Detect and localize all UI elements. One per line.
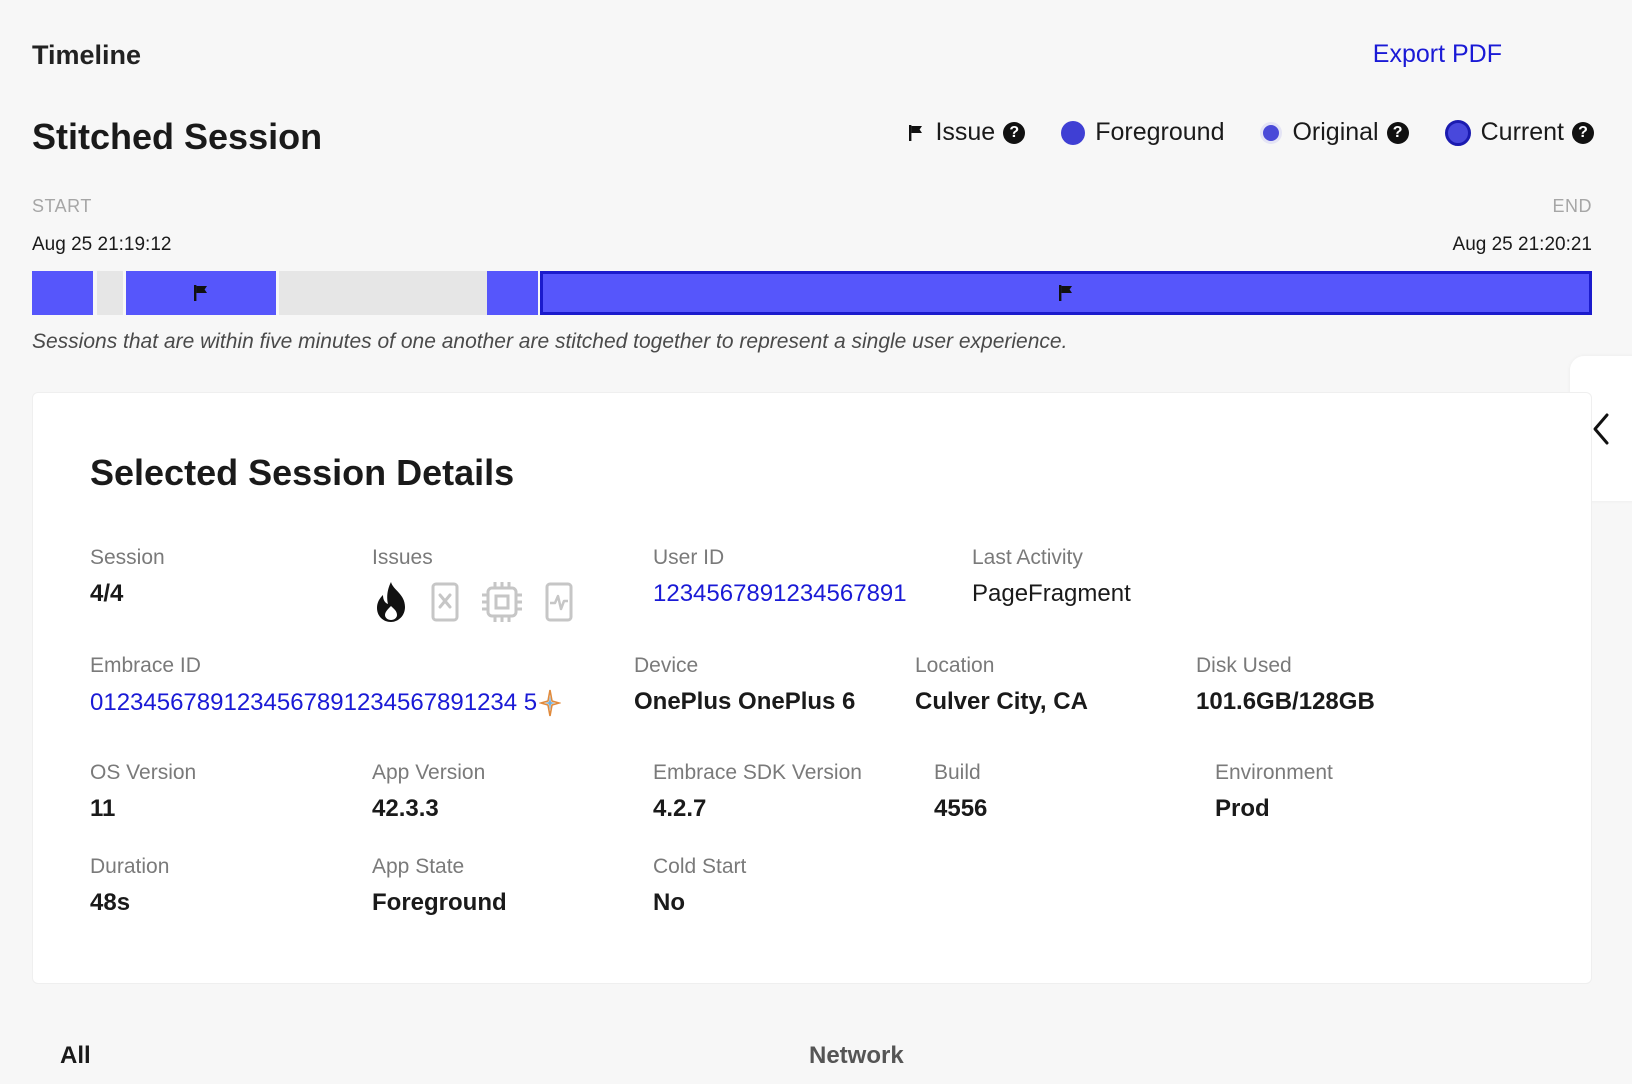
crash-flame-icon[interactable] [372,580,410,624]
flag-icon [1059,285,1072,301]
network-pulse-icon[interactable] [544,581,574,623]
field-label: Issues [372,546,433,569]
embrace-id-value: 01234567891234567891234567891234 5 [90,689,538,716]
field-disk-used: Disk Used 101.6GB/128GB [1196,654,1375,716]
field-os-version: OS Version 11 [90,761,196,823]
timeline-legend: Issue ? Foreground Original ? Current ? [907,118,1594,147]
field-value: OnePlus OnePlus 6 [634,688,856,715]
field-user-id: User ID 1234567891234567891 [653,546,907,608]
field-value: 11 [90,795,116,822]
flag-icon [194,285,207,301]
field-issues: Issues [372,546,574,624]
field-embrace-id: Embrace ID 01234567891234567891234567891… [90,654,562,718]
timeline-start-time: Aug 25 21:19:12 [32,234,172,255]
legend-original: Original ? [1260,118,1409,147]
details-title: Selected Session Details [90,452,515,493]
stitch-note: Sessions that are within five minutes of… [32,330,1068,353]
current-dot-icon [1444,119,1471,146]
legend-current-label: Current [1480,118,1564,146]
field-environment: Environment Prod [1215,761,1333,823]
field-location: Location Culver City, CA [915,654,1088,716]
legend-issue: Issue ? [907,118,1026,147]
field-label: Build [934,761,981,784]
field-device: Device OnePlus OnePlus 6 [634,654,855,716]
field-value: 48s [90,889,131,916]
tab-all[interactable]: All [60,1042,91,1070]
export-pdf-link[interactable]: Export PDF [1373,40,1502,69]
timeline-bar [32,271,1592,315]
legend-issue-label: Issue [935,118,996,146]
sparkle-icon [539,689,562,717]
anr-icon[interactable] [430,581,460,623]
field-label: Session [90,546,165,569]
legend-current: Current ? [1444,118,1594,147]
field-last-activity: Last Activity PageFragment [972,546,1131,608]
field-value: No [653,889,685,916]
field-value: 4.2.7 [653,795,707,822]
original-dot-icon [1260,121,1283,144]
legend-foreground: Foreground [1061,118,1224,147]
field-cold-start: Cold Start No [653,855,746,917]
field-session: Session 4/4 [90,546,165,608]
field-app-state: App State Foreground [372,855,507,917]
timeline-end-time: Aug 25 21:20:21 [1452,234,1592,255]
timeline-end-label: END [1552,196,1592,216]
field-duration: Duration 48s [90,855,169,917]
field-value: PageFragment [972,580,1131,607]
field-label: Device [634,654,699,677]
field-label: Embrace SDK Version [653,761,862,784]
session-segment-1[interactable] [32,271,93,315]
session-segment-3[interactable] [487,271,538,315]
field-value: 101.6GB/128GB [1196,688,1375,715]
field-value: 4556 [934,795,988,822]
field-label: Environment [1215,761,1333,784]
help-icon[interactable]: ? [1386,121,1409,144]
field-sdk-version: Embrace SDK Version 4.2.7 [653,761,862,823]
session-segment-current[interactable] [540,271,1592,315]
foreground-dot-icon [1061,120,1086,145]
field-build: Build 4556 [934,761,987,823]
chevron-left-icon [1593,413,1609,444]
field-value: Culver City, CA [915,688,1088,715]
field-label: App Version [372,761,486,784]
field-label: Duration [90,855,170,878]
section-label: Timeline [32,40,142,70]
session-timeline-page: Timeline Export PDF Stitched Session Iss… [0,0,1632,1084]
flag-icon [909,124,923,141]
field-label: Embrace ID [90,654,201,677]
field-value: 4/4 [90,580,124,607]
field-value: Prod [1215,795,1270,822]
memory-chip-icon[interactable] [480,580,524,624]
help-icon[interactable]: ? [1572,121,1594,144]
field-label: Location [915,654,995,677]
help-icon[interactable]: ? [1003,121,1026,144]
field-label: Cold Start [653,855,747,878]
field-label: Disk Used [1196,654,1292,677]
embrace-id-link[interactable]: 01234567891234567891234567891234 5 [90,688,562,718]
field-label: OS Version [90,761,197,784]
gap-segment [97,271,123,315]
field-app-version: App Version 42.3.3 [372,761,485,823]
field-value: Foreground [372,889,507,916]
gap-segment [279,271,487,315]
field-label: App State [372,855,465,878]
field-value: 42.3.3 [372,795,439,822]
session-segment-2[interactable] [126,271,276,315]
issue-icons [372,580,574,624]
legend-foreground-label: Foreground [1095,118,1225,146]
field-label: User ID [653,546,725,569]
legend-original-label: Original [1292,118,1379,146]
tab-network[interactable]: Network [809,1042,904,1070]
field-label: Last Activity [972,546,1083,569]
page-title: Stitched Session [32,116,323,157]
timeline-start-label: START [32,196,92,216]
user-id-link[interactable]: 1234567891234567891 [653,580,907,608]
